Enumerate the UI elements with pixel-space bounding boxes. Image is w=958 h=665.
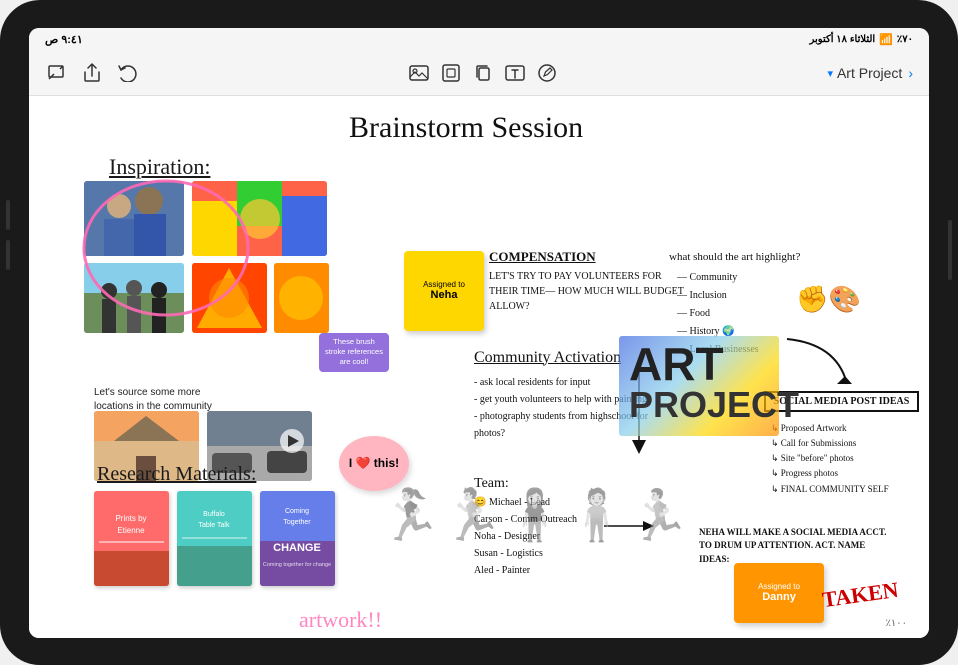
volume-down-button[interactable] — [6, 240, 10, 270]
insert-image-icon[interactable] — [408, 62, 430, 84]
photo-shapes — [192, 263, 267, 333]
sticky-name-danny: Danny — [762, 591, 796, 603]
neha-note: NEHA WILL MAKE A SOCIAL MEDIA ACCT. TO D… — [699, 526, 889, 567]
zoom-level: ٪١٠٠ — [882, 617, 912, 630]
community-activation-heading: Community Activation — [474, 349, 621, 367]
compose-icon[interactable] — [45, 62, 67, 84]
canvas-area[interactable]: Brainstorm Session Inspiration: — [29, 96, 929, 638]
svg-text:Table Talk: Table Talk — [198, 522, 230, 529]
inspiration-heading: Inspiration: — [109, 154, 210, 180]
text-insert-icon[interactable] — [504, 62, 526, 84]
sticky-label-danny: Assigned to — [758, 582, 800, 591]
svg-text:Buffalo: Buffalo — [203, 511, 225, 518]
fist-emoji: ✊🎨 — [796, 284, 861, 315]
book-1: Prints by Etienne — [94, 491, 169, 586]
status-left: ٩:٤١ ص — [45, 33, 83, 46]
art-highlight-question: what should the art highlight? — [669, 251, 800, 263]
toolbar: ▾ Art Project › — [29, 52, 929, 96]
book-change: Coming Together CHANGE Coming together f… — [260, 491, 335, 586]
insert-object-icon[interactable] — [440, 62, 462, 84]
share-icon[interactable] — [81, 62, 103, 84]
svg-text:Prints by: Prints by — [115, 514, 146, 523]
sticky-name-neha: Neha — [431, 289, 458, 301]
volume-up-button[interactable] — [6, 200, 10, 230]
photo-mural — [192, 181, 327, 256]
photo-orange — [274, 263, 329, 333]
date-display: الثلاثاء ١٨ أكتوبر — [809, 34, 875, 45]
brainstorm-title: Brainstorm Session — [349, 111, 583, 145]
toolbar-right: ▾ Art Project › — [827, 65, 913, 81]
photo-people-1 — [84, 181, 184, 256]
svg-text:Etienne: Etienne — [117, 526, 145, 535]
photo-people-2 — [84, 263, 184, 333]
wifi-icon: 📶 — [879, 33, 893, 46]
svg-text:Together: Together — [283, 519, 311, 526]
battery-display: ٪۷۰ — [897, 34, 913, 45]
notebook-name-button[interactable]: ▾ Art Project — [827, 65, 902, 81]
art-project-text: ART PROJECT — [629, 341, 799, 423]
duplicate-icon[interactable] — [472, 62, 494, 84]
book-2: Buffalo Table Talk — [177, 491, 252, 586]
book-thumbnails: Prints by Etienne Buffalo Table Talk — [94, 491, 335, 586]
research-materials-heading: Research Materials: — [97, 463, 256, 486]
brush-note: These brush stroke references are cool! — [319, 333, 389, 372]
taken-text: TAKEN — [821, 576, 900, 612]
bottom-scribble: artwork!! — [299, 607, 382, 633]
notebook-chevron[interactable]: › — [908, 65, 913, 81]
compensation-body: LET'S TRY TO PAY VOLUNTEERS FOR THEIR TI… — [489, 269, 689, 314]
status-bar: ٩:٤١ ص الثلاثاء ١٨ أكتوبر 📶 ٪۷۰ — [29, 28, 929, 52]
compensation-heading: COMPENSATION — [489, 249, 689, 265]
photo-collage — [84, 181, 334, 361]
ipad-screen: ٩:٤١ ص الثلاثاء ١٨ أكتوبر 📶 ٪۷۰ — [29, 28, 929, 638]
pen-draw-icon[interactable] — [536, 62, 558, 84]
sticky-assigned-neha[interactable]: Assigned to Neha — [404, 251, 484, 331]
power-button[interactable] — [948, 220, 952, 280]
status-right: الثلاثاء ١٨ أكتوبر 📶 ٪۷۰ — [809, 33, 913, 46]
compensation-block: COMPENSATION LET'S TRY TO PAY VOLUNTEERS… — [489, 249, 689, 314]
toolbar-center — [408, 62, 558, 84]
undo-icon[interactable] — [117, 62, 139, 84]
sticky-assigned-danny[interactable]: Assigned to Danny — [734, 563, 824, 623]
i-love-this-bubble: I ❤️ this! — [339, 436, 409, 491]
doodle-figures: 🏃‍♀️🏃🧍‍♀️🧍🏃‍♂️ — [379, 486, 690, 545]
svg-text:Coming together for change: Coming together for change — [263, 562, 331, 568]
notebook-title: Art Project — [837, 65, 902, 81]
sticky-label-neha: Assigned to — [423, 280, 465, 289]
social-media-list: ↳ Proposed Artwork ↳ Call for Submission… — [771, 421, 889, 497]
svg-text:Coming: Coming — [285, 508, 309, 515]
svg-text:CHANGE: CHANGE — [273, 542, 321, 554]
toolbar-left — [45, 62, 139, 84]
ipad-frame: ٩:٤١ ص الثلاثاء ١٨ أكتوبر 📶 ٪۷۰ — [0, 0, 958, 665]
time-display: ٩:٤١ ص — [45, 33, 83, 46]
